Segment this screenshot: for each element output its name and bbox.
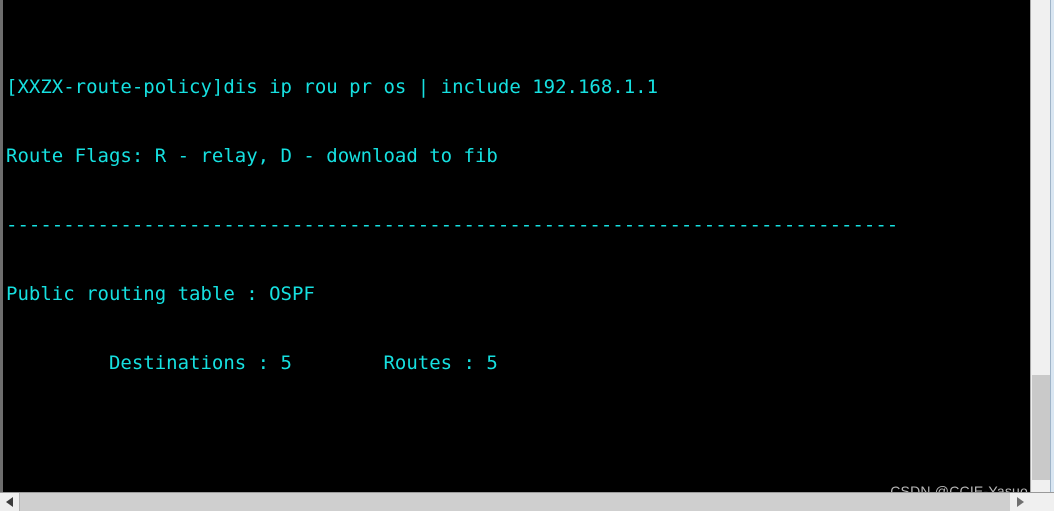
horizontal-scrollbar[interactable]: [0, 492, 1054, 511]
vertical-scrollbar[interactable]: [1030, 0, 1054, 492]
terminal-line-command: [XXZX-route-policy]dis ip rou pr os | in…: [6, 76, 659, 98]
chevron-left-icon: [6, 497, 13, 507]
terminal-line-public-table: Public routing table : OSPF: [6, 283, 315, 305]
terminal-line-public-counts: Destinations : 5 Routes : 5: [6, 352, 498, 374]
terminal-line-separator: ----------------------------------------…: [6, 214, 899, 236]
terminal-screen: [XXZX-route-policy]dis ip rou pr os | in…: [6, 7, 1030, 492]
terminal-line-blank-1: [6, 421, 1030, 444]
horizontal-scrollbar-track[interactable]: [20, 493, 1010, 511]
terminal-line-route-flags: Route Flags: R - relay, D - download to …: [6, 145, 498, 167]
scroll-right-button[interactable]: [1010, 493, 1030, 511]
scroll-left-button[interactable]: [0, 493, 20, 511]
terminal-window: [XXZX-route-policy]dis ip rou pr os | in…: [0, 0, 1054, 511]
vertical-scrollbar-rail: [1050, 0, 1054, 492]
terminal-output-area[interactable]: [XXZX-route-policy]dis ip rou pr os | in…: [0, 0, 1030, 492]
chevron-right-icon: [1017, 497, 1024, 507]
scrollbar-corner: [1030, 493, 1054, 511]
